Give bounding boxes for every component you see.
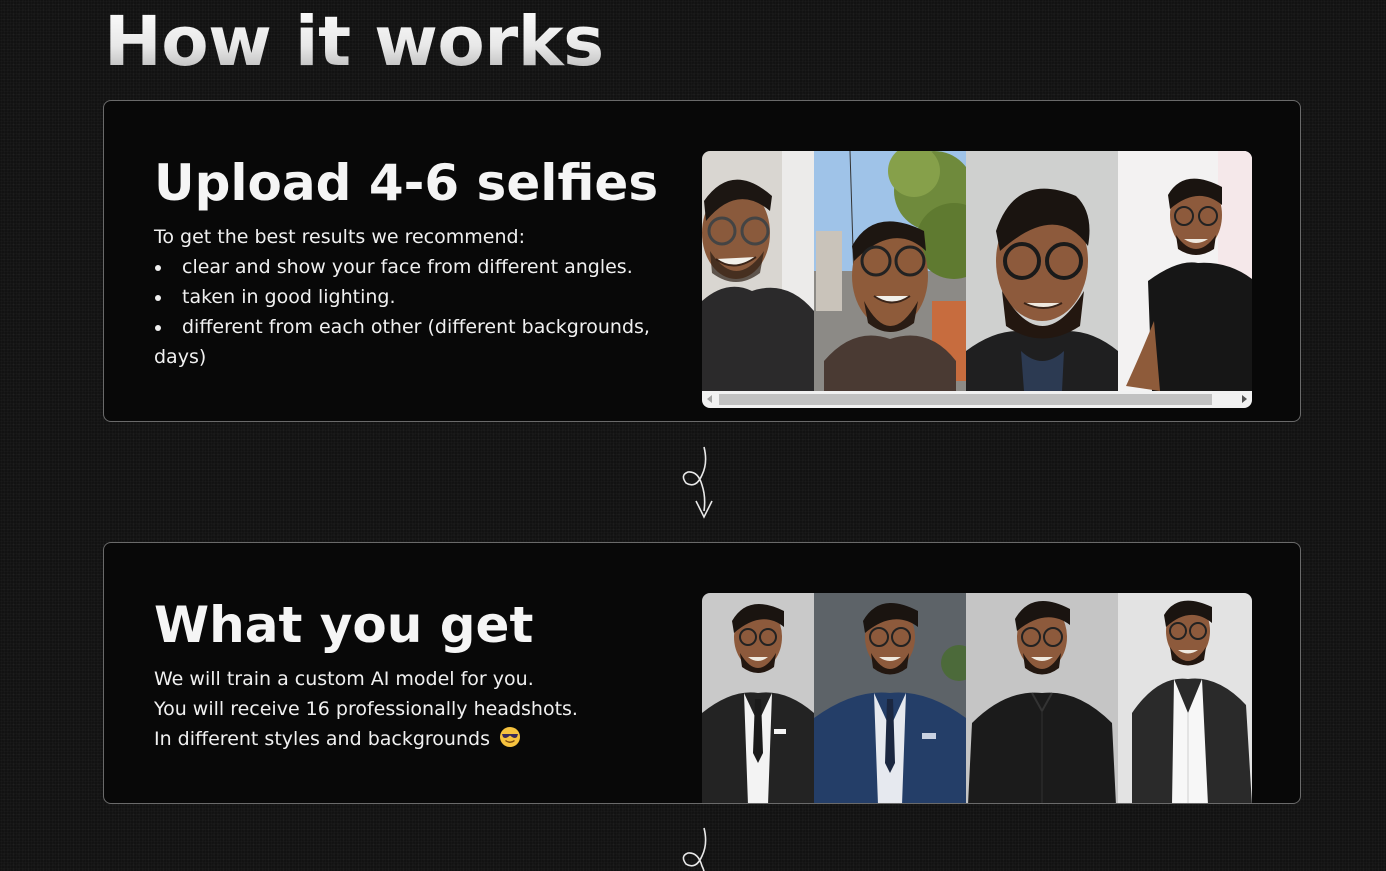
page-heading: How it works xyxy=(104,2,604,82)
tips-list: clear and show your face from different … xyxy=(154,252,664,372)
result-line: We will train a custom AI model for you. xyxy=(154,668,534,690)
tip-item: different from each other (different bac… xyxy=(154,312,664,372)
recommendation-intro: To get the best results we recommend: xyxy=(154,226,525,248)
upload-selfies-description: To get the best results we recommend: cl… xyxy=(154,222,664,372)
what-you-get-card: What you get We will train a custom AI m… xyxy=(103,542,1301,804)
selfie-photo xyxy=(814,151,966,391)
selfie-gallery[interactable] xyxy=(702,151,1252,391)
selfie-photo xyxy=(1118,151,1252,391)
what-you-get-title: What you get xyxy=(154,596,534,654)
selfie-photo xyxy=(702,151,814,391)
headshot-photo xyxy=(814,593,966,803)
headshot-gallery[interactable] xyxy=(702,593,1252,803)
scrollbar-thumb[interactable] xyxy=(719,394,1212,405)
headshot-photo xyxy=(966,593,1118,803)
upload-selfies-title: Upload 4-6 selfies xyxy=(154,154,659,212)
result-line: You will receive 16 professionally heads… xyxy=(154,698,578,720)
upload-selfies-card: Upload 4-6 selfies To get the best resul… xyxy=(103,100,1301,422)
what-you-get-description: We will train a custom AI model for you.… xyxy=(154,664,664,754)
tip-item: taken in good lighting. xyxy=(154,282,664,312)
tip-item: clear and show your face from different … xyxy=(154,252,664,282)
curly-arrow-down-icon xyxy=(682,827,707,871)
result-line-with-emoji: In different styles and backgrounds xyxy=(154,724,664,754)
scroll-right-arrow-icon[interactable] xyxy=(1242,395,1247,403)
sunglasses-face-icon xyxy=(500,727,521,747)
scroll-left-arrow-icon[interactable] xyxy=(707,395,712,403)
curly-arrow-down-icon xyxy=(682,446,713,519)
selfie-photo xyxy=(966,151,1118,391)
headshot-photo xyxy=(702,593,814,803)
headshot-photo xyxy=(1118,593,1252,803)
result-line: In different styles and backgrounds xyxy=(154,728,490,750)
gallery-horizontal-scrollbar[interactable] xyxy=(702,391,1252,408)
